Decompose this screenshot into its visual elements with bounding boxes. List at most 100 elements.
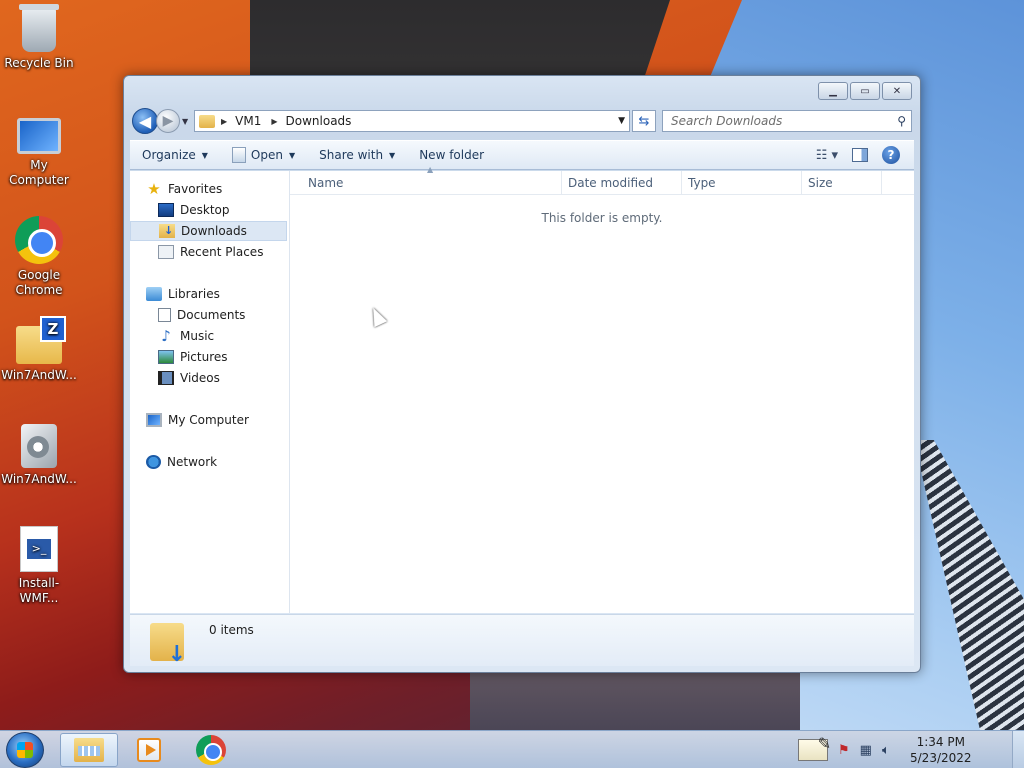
search-input[interactable] xyxy=(671,114,871,128)
file-list[interactable]: Name ▲ Date modified Type Size This fold… xyxy=(290,165,914,613)
media-player-icon xyxy=(137,738,161,762)
input-panel-icon[interactable] xyxy=(798,734,831,761)
nav-item-label: Desktop xyxy=(180,203,230,217)
folder-icon xyxy=(199,114,215,128)
desktop-icon-recycle-bin[interactable]: Recycle Bin xyxy=(0,4,78,71)
chrome-icon xyxy=(15,216,63,264)
share-with-label: Share with xyxy=(319,148,384,162)
action-center-flag-icon[interactable]: ⚑ xyxy=(838,743,850,758)
breadcrumb-downloads[interactable]: Downloads xyxy=(286,114,352,128)
desktop-icon-win7andw-setup[interactable]: Win7AndW... xyxy=(0,424,78,487)
help-icon[interactable]: ? xyxy=(882,146,900,164)
explorer-window: ▁ ▭ ✕ ◀ ▶ ▼ ▶ VM1 ▶ Downloads ▼ ⇆ ⚲ Orga… xyxy=(123,75,921,673)
volume-icon[interactable]: 🔈︎ xyxy=(882,743,890,758)
nav-item-label: Libraries xyxy=(168,287,220,301)
chevron-down-icon: ▼ xyxy=(288,150,296,160)
nav-item-label: My Computer xyxy=(168,413,249,427)
nav-item-libraries[interactable]: Libraries xyxy=(146,284,287,304)
nav-item-pictures[interactable]: Pictures xyxy=(158,347,287,367)
nav-item-label: Pictures xyxy=(180,350,228,364)
clock-date: 5/23/2022 xyxy=(910,751,972,765)
address-dropdown-icon[interactable]: ▼ xyxy=(618,116,625,126)
new-folder-button[interactable]: New folder xyxy=(407,141,496,169)
desktop-icon-win7andw-zip[interactable]: Win7AndW... xyxy=(0,316,78,383)
network-icon xyxy=(146,455,161,469)
system-tray: ⚑ ▦ 🔈︎ 1:34 PM 5/23/2022 xyxy=(794,731,1024,768)
libraries-icon xyxy=(146,287,162,301)
window-controls: ▁ ▭ ✕ xyxy=(818,82,912,100)
desktop-icon-label: Google Chrome xyxy=(15,268,63,297)
refresh-button[interactable]: ⇆ xyxy=(632,110,656,132)
pictures-icon xyxy=(158,350,174,364)
back-arrow-icon: ◀ xyxy=(138,111,152,131)
chevron-down-icon: ▼ xyxy=(201,150,208,160)
nav-item-downloads[interactable]: Downloads xyxy=(130,221,287,241)
downloads-folder-icon xyxy=(159,224,175,238)
maximize-button[interactable]: ▭ xyxy=(850,82,880,100)
nav-item-documents[interactable]: Documents xyxy=(158,305,287,325)
taskbar-chrome-button[interactable] xyxy=(182,733,240,767)
column-header-row: Name ▲ Date modified Type Size xyxy=(290,165,914,195)
search-box[interactable]: ⚲ xyxy=(662,110,912,132)
command-bar: Organize ▼ Open ▼ Share with ▼ New folde… xyxy=(130,140,914,170)
nav-item-my-computer[interactable]: My Computer xyxy=(146,410,287,430)
breadcrumb-separator-icon[interactable]: ▶ xyxy=(271,117,277,126)
computer-icon xyxy=(146,413,162,427)
desktop-icon-label: Install-WMF... xyxy=(18,576,60,605)
change-view-icon[interactable]: ☷ ▾ xyxy=(816,148,838,163)
powershell-script-icon xyxy=(20,526,58,572)
details-pane: 0 items xyxy=(130,614,914,667)
share-with-button[interactable]: Share with ▼ xyxy=(307,141,407,169)
minimize-button[interactable]: ▁ xyxy=(818,82,848,100)
nav-item-desktop[interactable]: Desktop xyxy=(158,200,287,220)
search-icon[interactable]: ⚲ xyxy=(897,114,906,128)
desktop-icon-label: Win7AndW... xyxy=(1,368,77,382)
nav-item-favorites[interactable]: ★ Favorites xyxy=(146,179,287,199)
desktop-icon-label: Win7AndW... xyxy=(1,472,77,486)
nav-item-music[interactable]: ♪ Music xyxy=(158,326,287,346)
show-desktop-button[interactable] xyxy=(1012,731,1024,768)
desktop-icon xyxy=(158,203,174,217)
forward-arrow-icon: ▶ xyxy=(162,113,174,129)
organize-button[interactable]: Organize ▼ xyxy=(130,141,220,169)
recent-pages-dropdown[interactable]: ▼ xyxy=(182,117,192,126)
new-folder-label: New folder xyxy=(419,148,485,162)
address-bar[interactable]: ▶ VM1 ▶ Downloads ▼ xyxy=(194,110,630,132)
taskbar-media-player-button[interactable] xyxy=(120,733,178,767)
close-icon: ✕ xyxy=(892,85,902,97)
column-header-size[interactable]: Size xyxy=(802,171,882,195)
chrome-icon xyxy=(196,735,226,765)
network-tray-icon[interactable]: ▦ xyxy=(860,743,872,758)
breadcrumb-vm1[interactable]: VM1 xyxy=(235,114,261,128)
desktop-icon-install-wmf[interactable]: Install-WMF... xyxy=(0,526,78,606)
nav-item-recent-places[interactable]: Recent Places xyxy=(158,242,287,262)
column-header-date-modified[interactable]: Date modified xyxy=(562,171,682,195)
taskbar-explorer-button[interactable] xyxy=(60,733,118,767)
windows-explorer-icon xyxy=(74,738,104,762)
desktop-icon-google-chrome[interactable]: Google Chrome xyxy=(0,216,78,298)
nav-item-label: Music xyxy=(180,329,215,343)
desktop-icon-label: Recycle Bin xyxy=(4,56,74,70)
navigation-bar: ◀ ▶ ▼ ▶ VM1 ▶ Downloads ▼ ⇆ ⚲ xyxy=(132,108,912,134)
nav-item-network[interactable]: Network xyxy=(146,452,287,472)
nav-item-label: Videos xyxy=(180,371,220,385)
open-button[interactable]: Open ▼ xyxy=(220,141,307,169)
breadcrumb-separator-icon[interactable]: ▶ xyxy=(221,117,227,126)
nav-item-videos[interactable]: Videos xyxy=(158,368,287,388)
computer-icon xyxy=(17,118,61,154)
desktop-icon-label: My Computer xyxy=(9,158,69,187)
star-icon: ★ xyxy=(147,180,161,198)
clock[interactable]: 1:34 PM 5/23/2022 xyxy=(906,734,976,766)
refresh-icon: ⇆ xyxy=(638,113,650,129)
desktop-icon-my-computer[interactable]: My Computer xyxy=(0,112,78,188)
nav-item-label: Downloads xyxy=(181,224,247,238)
forward-button[interactable]: ▶ xyxy=(156,109,180,133)
start-button[interactable] xyxy=(6,732,44,768)
column-header-name[interactable]: Name xyxy=(302,171,562,195)
back-button[interactable]: ◀ xyxy=(132,108,158,134)
close-button[interactable]: ✕ xyxy=(882,82,912,100)
column-header-type[interactable]: Type xyxy=(682,171,802,195)
preview-pane-icon[interactable] xyxy=(852,148,868,162)
sort-ascending-icon: ▲ xyxy=(427,165,434,174)
nav-item-label: Favorites xyxy=(168,182,223,196)
